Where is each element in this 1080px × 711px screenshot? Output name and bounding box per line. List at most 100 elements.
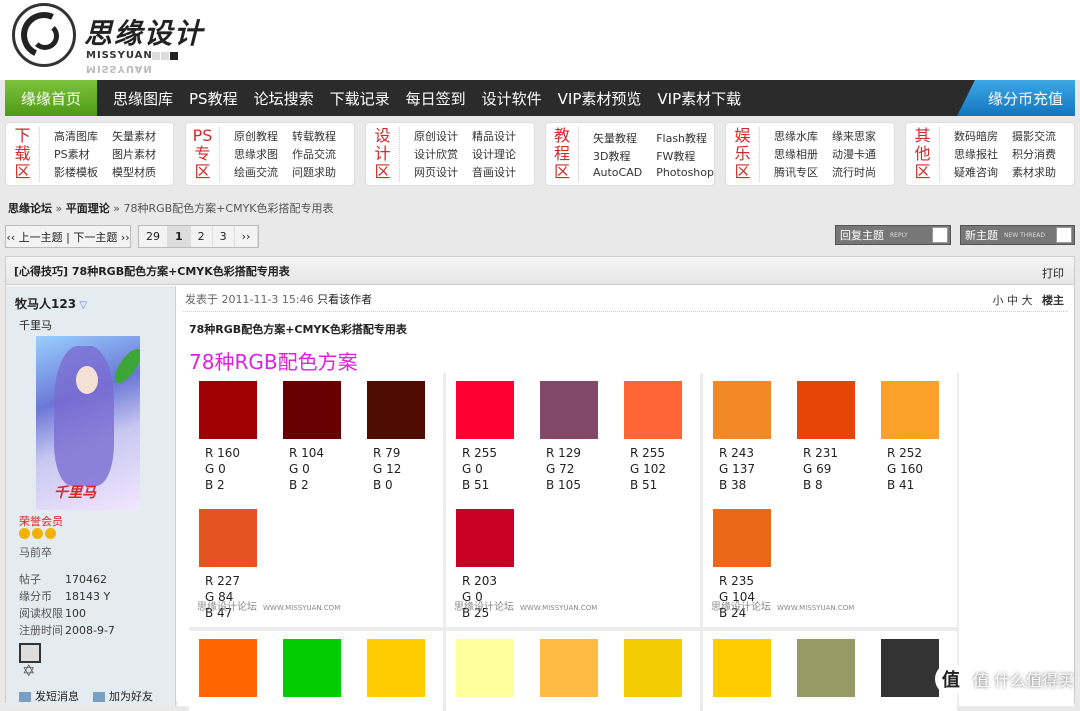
prev-next-thread-button[interactable]: ‹‹ 上一主题 | 下一主题 ›› <box>5 225 131 248</box>
subnav-link[interactable]: 流行时尚 <box>832 164 876 180</box>
swatch-label: R 160G 0B 2 <box>205 445 240 493</box>
nav-home[interactable]: 缘缘首页 <box>5 80 97 116</box>
logo-icon[interactable] <box>12 3 76 67</box>
swatch-panel: R 255G 0B 51R 129G 72B 105R 255G 102B 51… <box>446 373 700 627</box>
page-link[interactable]: 2 <box>191 226 213 247</box>
logo-reflection: MISSYUAN <box>86 63 153 74</box>
subnav-link[interactable]: PS素材 <box>54 146 98 162</box>
swatch-label: R 227G 84B 47 <box>205 573 240 621</box>
subnav-link[interactable]: 精品设计 <box>472 128 516 144</box>
reply-button[interactable]: 回复主题REPLY <box>835 225 951 245</box>
color-swatch <box>624 381 682 439</box>
subnav-link[interactable]: 问题求助 <box>292 164 336 180</box>
subnav-title[interactable]: 教程区 <box>546 127 579 181</box>
subnav-link[interactable]: 矢量素材 <box>112 128 156 144</box>
subnav-link[interactable]: 影楼模板 <box>54 164 98 180</box>
subnav-link[interactable]: AutoCAD <box>593 166 642 179</box>
pen-icon <box>932 227 948 243</box>
nav-item-search[interactable]: 论坛搜索 <box>246 88 322 109</box>
user-rank-secondary: 马前卒 <box>19 544 52 560</box>
subnav-title[interactable]: PS专区 <box>186 127 220 181</box>
nav-item-gallery[interactable]: 思缘图库 <box>105 88 181 109</box>
breadcrumb-section[interactable]: 平面理论 <box>66 202 110 215</box>
subnav-link[interactable]: 积分消费 <box>1012 146 1056 162</box>
logo-blocks <box>152 52 178 60</box>
page-next[interactable]: ›› <box>235 226 259 247</box>
subnav-link[interactable]: 音画设计 <box>472 164 516 180</box>
post-tools: 小 中 大 楼主 <box>993 292 1065 308</box>
watermark: 思缘设计论坛WWW.MISSYUAN.COM <box>197 598 340 613</box>
subnav-link[interactable]: 网页设计 <box>414 164 458 180</box>
breadcrumb-root[interactable]: 思缘论坛 <box>8 202 52 215</box>
subnav-link[interactable]: 思缘报社 <box>954 146 998 162</box>
author-only-link[interactable]: 只看该作者 <box>317 293 372 306</box>
username[interactable]: 牧马人123 ▽ <box>15 295 87 312</box>
color-swatch <box>456 381 514 439</box>
font-small-button[interactable]: 小 <box>993 294 1004 307</box>
subnav-link[interactable]: 设计欣赏 <box>414 146 458 162</box>
subnav-link[interactable]: 图片素材 <box>112 146 156 162</box>
color-swatch <box>713 381 771 439</box>
font-medium-button[interactable]: 中 <box>1007 294 1018 307</box>
swatch-label: R 243G 137B 38 <box>719 445 755 493</box>
subnav-tutorial: 教程区 矢量教程 Flash教程 3D教程 FW教程 AutoCAD Photosho… <box>545 122 715 186</box>
subnav-title[interactable]: 下载区 <box>6 127 40 181</box>
subnav-ps: PS专区 原创教程转载教程 思缘求图作品交流 绘画交流问题求助 <box>185 122 355 186</box>
send-pm-button[interactable]: 发短消息 <box>19 688 79 704</box>
subnav-link[interactable]: 3D教程 <box>593 148 642 164</box>
pager-row: ‹‹ 上一主题 | 下一主题 ›› 29 1 2 3 ›› 回复主题REPLY … <box>5 225 1075 249</box>
swatch-label: R 255G 102B 51 <box>630 445 666 493</box>
subnav-link[interactable]: 模型材质 <box>112 164 156 180</box>
nav-item-vip-preview[interactable]: VIP素材预览 <box>550 88 650 109</box>
avatar[interactable]: 千里马 <box>36 336 140 510</box>
subnav-link[interactable]: 素材求助 <box>1012 164 1056 180</box>
subnav-title[interactable]: 其他区 <box>906 127 940 181</box>
watermark: 思缘设计论坛WWW.MISSYUAN.COM <box>711 598 854 613</box>
color-swatch <box>367 639 425 697</box>
star-icon: ✡ <box>22 661 35 680</box>
print-link[interactable]: 打印 <box>1042 265 1064 281</box>
subnav-link[interactable]: 数码暗房 <box>954 128 998 144</box>
subnav-link[interactable]: Flash教程 <box>656 130 714 146</box>
page-current: 1 <box>168 226 191 247</box>
subnav-title[interactable]: 设计区 <box>366 127 400 181</box>
subnav-link[interactable]: 原创设计 <box>414 128 458 144</box>
subnav-link[interactable]: 原创教程 <box>234 128 278 144</box>
nav-item-downloads[interactable]: 下载记录 <box>322 88 398 109</box>
nav-item-vip-download[interactable]: VIP素材下载 <box>649 88 749 109</box>
subnav-link[interactable]: 动漫卡通 <box>832 146 876 162</box>
watermark-corner: 值 值 什么值得买 <box>935 663 1074 695</box>
subnav-link[interactable]: Photoshop <box>656 166 714 179</box>
subnav-link[interactable]: 高清图库 <box>54 128 98 144</box>
new-thread-button[interactable]: 新主题NEW THREAD <box>960 225 1075 245</box>
add-friend-button[interactable]: 加为好友 <box>93 688 153 704</box>
subnav-link[interactable]: 腾讯专区 <box>774 164 818 180</box>
subnav-link[interactable]: 疑难咨询 <box>954 164 998 180</box>
swatch-label: R 104G 0B 2 <box>289 445 324 493</box>
subnav-link[interactable]: 思缘求图 <box>234 146 278 162</box>
user-sidebar: 牧马人123 ▽ 千里马 千里马 荣誉会员 马前卒 帖子170462 缘分币18… <box>6 286 176 706</box>
subnav-title[interactable]: 娱乐区 <box>726 127 760 181</box>
logo-text[interactable]: 思缘设计 <box>84 12 204 52</box>
subnav-link[interactable]: 思缘水库 <box>774 128 818 144</box>
subnav-link[interactable]: 缘来思家 <box>832 128 876 144</box>
swatch-label: R 255G 0B 51 <box>462 445 497 493</box>
zhi-logo-icon: 值 <box>935 663 967 695</box>
font-large-button[interactable]: 大 <box>1022 294 1033 307</box>
nav-item-ps[interactable]: PS教程 <box>181 88 246 109</box>
subnav-link[interactable]: 绘画交流 <box>234 164 278 180</box>
sub-nav: 下载区 高清图库矢量素材 PS素材图片素材 影楼模板模型材质 PS专区 原创教程… <box>5 122 1075 188</box>
subnav-link[interactable]: 矢量教程 <box>593 130 642 146</box>
subnav-link[interactable]: 思缘相册 <box>774 146 818 162</box>
nav-item-checkin[interactable]: 每日签到 <box>398 88 474 109</box>
subnav-link[interactable]: 摄影交流 <box>1012 128 1056 144</box>
nav-recharge[interactable]: 缘分币充值 <box>957 80 1075 116</box>
color-swatch <box>797 381 855 439</box>
subnav-link[interactable]: FW教程 <box>656 148 714 164</box>
subnav-link[interactable]: 转载教程 <box>292 128 336 144</box>
subnav-link[interactable]: 作品交流 <box>292 146 336 162</box>
page-link[interactable]: 3 <box>213 226 235 247</box>
subnav-link[interactable]: 设计理论 <box>472 146 516 162</box>
nav-item-software[interactable]: 设计软件 <box>474 88 550 109</box>
page-link[interactable]: 29 <box>139 226 168 247</box>
